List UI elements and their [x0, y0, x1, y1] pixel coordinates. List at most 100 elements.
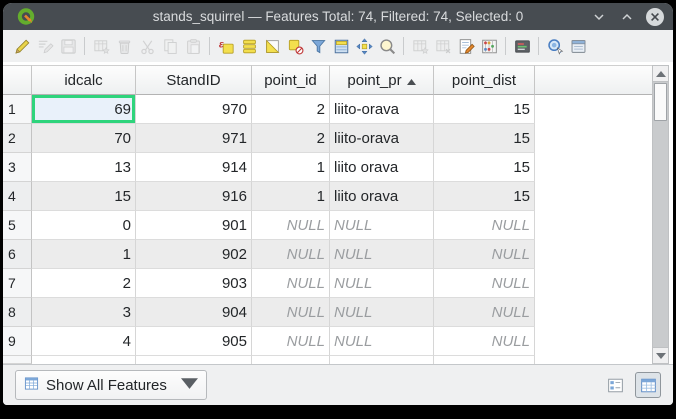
form-view-button[interactable] — [602, 372, 628, 398]
select-all-corner-header[interactable] — [3, 65, 32, 95]
cell-idcalc[interactable]: 1 — [32, 240, 136, 269]
cell-idcalc[interactable]: 2 — [32, 269, 136, 298]
cell-StandID[interactable]: 914 — [136, 153, 252, 182]
table-view-button[interactable] — [635, 372, 661, 398]
cell-idcalc[interactable]: 69 — [32, 95, 136, 124]
cell-point_id[interactable]: 1 — [252, 153, 330, 182]
row-header[interactable]: 4 — [3, 182, 32, 211]
cell-point_id[interactable]: NULL — [252, 240, 330, 269]
row-header[interactable]: 5 — [3, 211, 32, 240]
titlebar[interactable]: stands_squirrel — Features Total: 74, Fi… — [3, 3, 673, 30]
row-filler — [535, 182, 652, 211]
cell-StandID[interactable]: 901 — [136, 211, 252, 240]
select-all-button[interactable] — [238, 34, 260, 58]
cell-point_pr[interactable]: liito-orava — [330, 95, 434, 124]
conditional-formatting-button[interactable] — [511, 34, 533, 58]
multi-edit-mode-button — [34, 34, 56, 58]
column-header-idcalc[interactable]: idcalc — [32, 65, 136, 95]
move-selection-to-top-button[interactable] — [330, 34, 352, 58]
column-header-point_id[interactable]: point_id — [252, 65, 330, 95]
toolbar-separator — [403, 37, 404, 55]
cell-StandID[interactable]: 971 — [136, 124, 252, 153]
maximize-window-button[interactable] — [617, 7, 637, 27]
invert-square-icon — [263, 37, 282, 56]
close-window-button[interactable] — [645, 7, 665, 27]
column-header-point_pr[interactable]: point_pr — [330, 65, 434, 95]
vertical-scrollbar[interactable] — [652, 65, 669, 364]
select-by-expression-button[interactable]: ε — [215, 34, 237, 58]
edit-fields-button[interactable] — [455, 34, 477, 58]
cell-StandID[interactable]: 903 — [136, 269, 252, 298]
cell-idcalc[interactable]: 3 — [32, 298, 136, 327]
cell-point_id[interactable]: 2 — [252, 95, 330, 124]
cell-StandID[interactable]: 970 — [136, 95, 252, 124]
add-feature-button — [90, 34, 112, 58]
row-filler — [535, 124, 652, 153]
cell-idcalc[interactable]: 4 — [32, 327, 136, 356]
row-header[interactable]: 8 — [3, 298, 32, 327]
column-header-StandID[interactable]: StandID — [136, 65, 252, 95]
cell-point_dist[interactable]: NULL — [434, 269, 535, 298]
cell-point_dist[interactable]: NULL — [434, 298, 535, 327]
cell-point_pr[interactable]: liito orava — [330, 182, 434, 211]
table-row-1: 1699702liito-orava15 — [3, 95, 652, 124]
window-title: stands_squirrel — Features Total: 74, Fi… — [3, 9, 673, 24]
deselect-all-button[interactable] — [284, 34, 306, 58]
cell-point_dist[interactable]: 15 — [434, 124, 535, 153]
filter-funnel-icon — [309, 37, 328, 56]
cell-idcalc[interactable]: 70 — [32, 124, 136, 153]
cell-point_id[interactable]: NULL — [252, 211, 330, 240]
scroll-up-button[interactable] — [653, 66, 668, 82]
shade-window-button[interactable] — [589, 7, 609, 27]
row-header[interactable]: 3 — [3, 153, 32, 182]
row-header[interactable]: 7 — [3, 269, 32, 298]
cell-point_id[interactable]: 1 — [252, 182, 330, 211]
cell-point_pr[interactable]: NULL — [330, 298, 434, 327]
select-by-value-button[interactable] — [307, 34, 329, 58]
cell-point_id[interactable]: NULL — [252, 327, 330, 356]
cell-point_id[interactable]: 2 — [252, 124, 330, 153]
cell-point_dist[interactable]: NULL — [434, 240, 535, 269]
invert-selection-button[interactable] — [261, 34, 283, 58]
close-icon — [645, 7, 665, 27]
cell-StandID[interactable]: 905 — [136, 327, 252, 356]
cell-idcalc[interactable]: 15 — [32, 182, 136, 211]
column-header-point_dist[interactable]: point_dist — [434, 65, 535, 95]
cell-point_pr[interactable]: NULL — [330, 327, 434, 356]
scroll-down-button[interactable] — [653, 347, 668, 363]
pan-to-selection-button[interactable] — [353, 34, 375, 58]
cell-idcalc[interactable]: 0 — [32, 211, 136, 240]
row-header[interactable]: 6 — [3, 240, 32, 269]
cell-point_dist[interactable]: 15 — [434, 182, 535, 211]
search-settings-button[interactable] — [544, 34, 566, 58]
cell-point_dist[interactable]: NULL — [434, 327, 535, 356]
zoom-to-selection-button[interactable] — [376, 34, 398, 58]
cell-StandID[interactable]: 904 — [136, 298, 252, 327]
cell-point_id[interactable]: NULL — [252, 298, 330, 327]
cell-point_dist[interactable]: NULL — [434, 211, 535, 240]
cell-point_dist[interactable]: 15 — [434, 153, 535, 182]
feature-filter-dropdown[interactable]: Show All Features — [15, 370, 207, 400]
column-label: idcalc — [64, 72, 102, 89]
cell-StandID[interactable]: 916 — [136, 182, 252, 211]
cell-point_id[interactable]: NULL — [252, 269, 330, 298]
cell-point_pr[interactable]: NULL — [330, 240, 434, 269]
cell-point_pr[interactable]: NULL — [330, 269, 434, 298]
toggle-editing-button[interactable] — [11, 34, 33, 58]
row-header[interactable]: 2 — [3, 124, 32, 153]
dock-attribute-table-button[interactable] — [567, 34, 589, 58]
cell-point_pr[interactable]: liito-orava — [330, 124, 434, 153]
partial-cell — [136, 356, 252, 364]
cell-point_pr[interactable]: liito orava — [330, 153, 434, 182]
field-calculator-button[interactable] — [478, 34, 500, 58]
toolbar-separator — [538, 37, 539, 55]
scrollbar-thumb[interactable] — [654, 83, 667, 121]
magnifier-pointer-icon — [546, 37, 565, 56]
partial-cell — [434, 356, 535, 364]
cell-idcalc[interactable]: 13 — [32, 153, 136, 182]
row-header[interactable]: 1 — [3, 95, 32, 124]
row-header[interactable]: 9 — [3, 327, 32, 356]
cell-StandID[interactable]: 902 — [136, 240, 252, 269]
cell-point_pr[interactable]: NULL — [330, 211, 434, 240]
cell-point_dist[interactable]: 15 — [434, 95, 535, 124]
